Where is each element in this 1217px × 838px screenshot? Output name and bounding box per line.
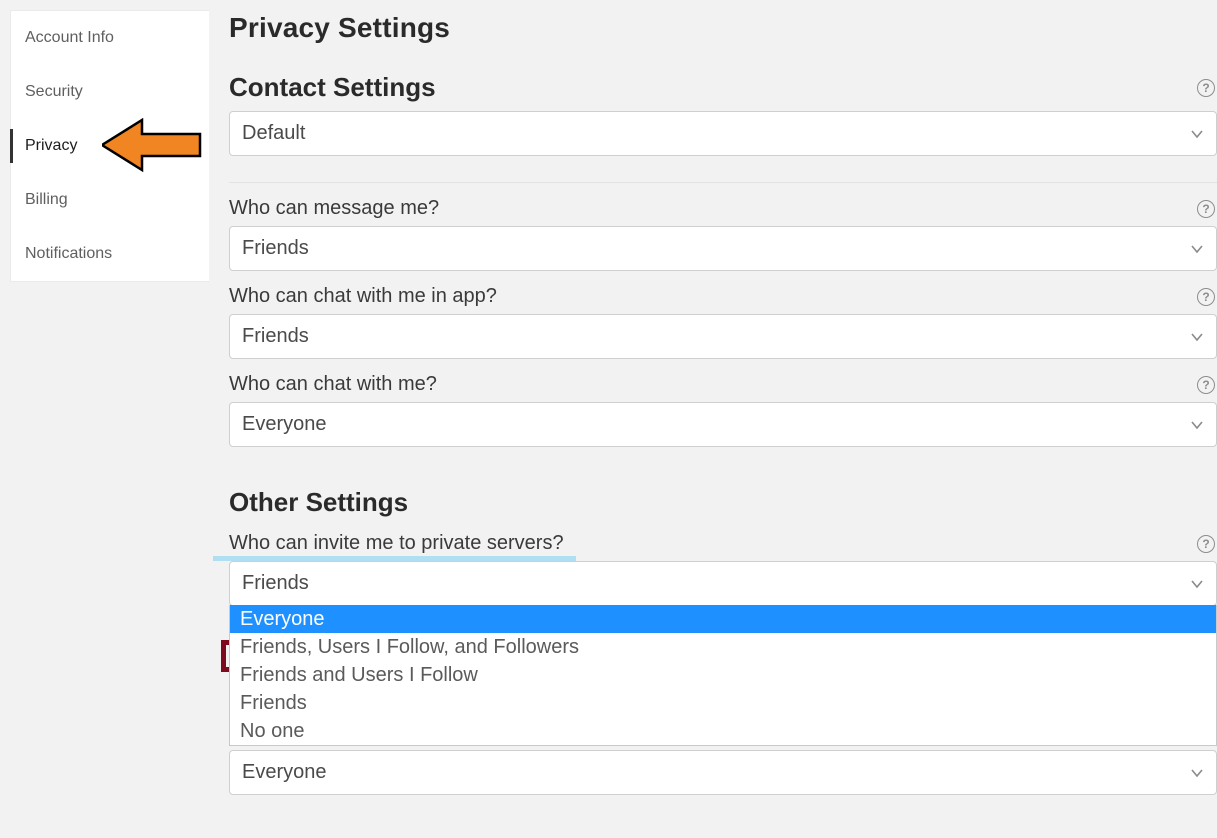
- invite-option-friends[interactable]: Friends: [230, 689, 1216, 717]
- invite-option-friends-follow-followers[interactable]: Friends, Users I Follow, and Followers: [230, 633, 1216, 661]
- chat-with-me-value: Everyone: [242, 413, 327, 436]
- sidebar-item-billing[interactable]: Billing: [11, 173, 209, 227]
- other-settings-heading: Other Settings: [229, 487, 1217, 518]
- sidebar-item-account-info[interactable]: Account Info: [11, 11, 209, 65]
- invite-option-friends-and-follow[interactable]: Friends and Users I Follow: [230, 661, 1216, 689]
- chat-in-app-value: Friends: [242, 325, 309, 348]
- sidebar-item-privacy[interactable]: Privacy: [11, 119, 209, 173]
- divider: [229, 182, 1217, 183]
- chat-with-me-label: Who can chat with me?: [229, 373, 437, 396]
- message-me-label: Who can message me?: [229, 197, 439, 220]
- contact-settings-heading: Contact Settings: [229, 72, 436, 103]
- help-icon[interactable]: ?: [1197, 376, 1215, 394]
- main-content: Privacy Settings Contact Settings ? Defa…: [209, 0, 1217, 795]
- invite-option-no-one[interactable]: No one: [230, 717, 1216, 745]
- help-icon[interactable]: ?: [1197, 79, 1215, 97]
- invite-private-servers-value: Friends: [242, 572, 309, 595]
- message-me-select[interactable]: Friends: [229, 226, 1217, 271]
- sidebar-item-security[interactable]: Security: [11, 65, 209, 119]
- invite-option-everyone[interactable]: Everyone: [230, 605, 1216, 633]
- invite-dropdown: Everyone Friends, Users I Follow, and Fo…: [229, 605, 1217, 746]
- invite-private-servers-select[interactable]: Friends Everyone Friends, Users I Follow…: [229, 561, 1217, 606]
- settings-sidebar: Account Info Security Privacy Billing No…: [10, 10, 209, 282]
- sidebar-item-notifications[interactable]: Notifications: [11, 227, 209, 281]
- help-icon[interactable]: ?: [1197, 200, 1215, 218]
- help-icon[interactable]: ?: [1197, 288, 1215, 306]
- chat-in-app-select[interactable]: Friends: [229, 314, 1217, 359]
- chevron-down-icon: [1190, 127, 1204, 141]
- page-title: Privacy Settings: [229, 12, 1217, 44]
- chevron-down-icon: [1190, 577, 1204, 591]
- contact-default-select[interactable]: Default: [229, 111, 1217, 156]
- chat-in-app-label: Who can chat with me in app?: [229, 285, 497, 308]
- help-icon[interactable]: ?: [1197, 535, 1215, 553]
- invite-private-servers-label: Who can invite me to private servers?: [229, 532, 564, 555]
- chevron-down-icon: [1190, 330, 1204, 344]
- contact-default-value: Default: [242, 122, 305, 145]
- chat-with-me-select[interactable]: Everyone: [229, 402, 1217, 447]
- chevron-down-icon: [1190, 242, 1204, 256]
- inventory-select[interactable]: Everyone: [229, 750, 1217, 795]
- message-me-value: Friends: [242, 237, 309, 260]
- inventory-value: Everyone: [242, 761, 327, 784]
- chevron-down-icon: [1190, 766, 1204, 780]
- chevron-down-icon: [1190, 418, 1204, 432]
